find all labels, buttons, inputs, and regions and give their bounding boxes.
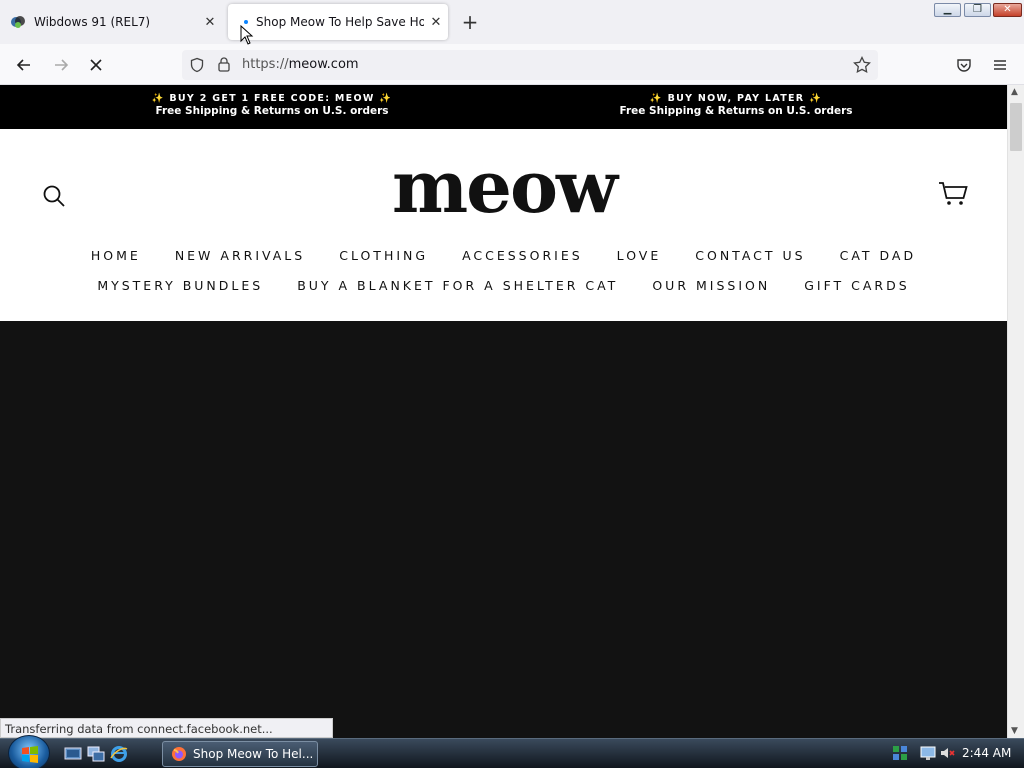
- internet-explorer-icon[interactable]: [110, 745, 128, 763]
- tab-wibdows[interactable]: Wibdows 91 (REL7) ✕: [0, 4, 222, 40]
- volume-muted-icon[interactable]: [939, 745, 955, 761]
- site-header: meow HOME NEW ARRIVALS CLOTHING ACCESSOR…: [0, 129, 1007, 321]
- new-tab-button[interactable]: +: [458, 10, 482, 34]
- scroll-up-icon[interactable]: ▲: [1011, 87, 1018, 97]
- search-icon[interactable]: [42, 184, 66, 208]
- sparkle-icon: ✨: [379, 93, 393, 104]
- nav-our-mission[interactable]: OUR MISSION: [652, 278, 770, 293]
- menu-icon: [994, 60, 1006, 70]
- sparkle-icon: ✨: [151, 93, 165, 104]
- announcement-subline: Free Shipping & Returns on U.S. orders: [155, 105, 389, 117]
- show-desktop-icon[interactable]: [64, 745, 82, 763]
- task-button-label: Shop Meow To Hel...: [193, 747, 314, 761]
- navigation-bar: https://meow.com: [0, 44, 1024, 85]
- switch-windows-icon[interactable]: [87, 745, 105, 763]
- url-bar[interactable]: https://meow.com: [182, 50, 878, 80]
- tab-close-icon[interactable]: ✕: [424, 15, 448, 30]
- tab-title: Shop Meow To Help Save Hon: [256, 15, 424, 29]
- forward-icon: [55, 59, 69, 71]
- stop-button[interactable]: [83, 52, 109, 78]
- announcement-item[interactable]: ✨ BUY NOW, PAY LATER ✨ Free Shipping & R…: [604, 93, 868, 117]
- nav-love[interactable]: LOVE: [617, 248, 662, 263]
- web-page: ✨ BUY 2 GET 1 FREE CODE: MEOW ✨ Free Shi…: [0, 85, 1007, 738]
- main-nav-row-2: MYSTERY BUNDLES BUY A BLANKET FOR A SHEL…: [0, 278, 1007, 293]
- maximize-button[interactable]: ❐: [964, 3, 991, 17]
- stop-icon: [90, 59, 102, 71]
- nav-buy-a-blanket[interactable]: BUY A BLANKET FOR A SHELTER CAT: [297, 278, 618, 293]
- tab-strip: Wibdows 91 (REL7) ✕ Shop Meow To Help Sa…: [0, 0, 1024, 44]
- wibdows-tab-icon: [11, 16, 25, 28]
- mouse-cursor-icon: [240, 25, 254, 45]
- announcement-headline: BUY 2 GET 1 FREE CODE: MEOW: [169, 93, 375, 104]
- page-scrollbar[interactable]: ▲ ▼: [1007, 85, 1024, 738]
- nav-mystery-bundles[interactable]: MYSTERY BUNDLES: [97, 278, 263, 293]
- nav-accessories[interactable]: ACCESSORIES: [462, 248, 583, 263]
- scrollbar-thumb[interactable]: [1010, 103, 1022, 151]
- lock-icon[interactable]: [217, 56, 231, 72]
- star-icon[interactable]: [853, 56, 871, 74]
- network-tray-icon[interactable]: [892, 745, 908, 761]
- hero-banner[interactable]: [0, 321, 1007, 738]
- clock[interactable]: 2:44 AM: [962, 746, 1011, 760]
- firefox-icon: [172, 747, 186, 761]
- pocket-button[interactable]: [951, 52, 977, 78]
- url-scheme: https://: [242, 57, 289, 72]
- maximize-icon: ❐: [973, 4, 982, 15]
- nav-clothing[interactable]: CLOTHING: [339, 248, 428, 263]
- start-button[interactable]: [8, 735, 50, 768]
- announcement-subline: Free Shipping & Returns on U.S. orders: [619, 105, 853, 117]
- monitor-tray-icon[interactable]: [920, 745, 936, 761]
- close-window-button[interactable]: ✕: [993, 3, 1022, 17]
- tab-close-icon[interactable]: ✕: [198, 15, 222, 30]
- nav-new-arrivals[interactable]: NEW ARRIVALS: [175, 248, 305, 263]
- sparkle-icon: ✨: [809, 93, 823, 104]
- nav-gift-cards[interactable]: GIFT CARDS: [804, 278, 909, 293]
- status-bar: Transferring data from connect.facebook.…: [0, 718, 333, 738]
- announcement-item[interactable]: ✨ BUY 2 GET 1 FREE CODE: MEOW ✨ Free Shi…: [140, 93, 404, 117]
- loading-dot-icon: [244, 20, 248, 24]
- main-nav-row-1: HOME NEW ARRIVALS CLOTHING ACCESSORIES L…: [0, 248, 1007, 263]
- tab-title: Wibdows 91 (REL7): [34, 15, 151, 29]
- url-host: meow.com: [288, 57, 359, 72]
- announcement-bar: ✨ BUY 2 GET 1 FREE CODE: MEOW ✨ Free Shi…: [0, 85, 1007, 129]
- shield-icon[interactable]: [189, 57, 205, 73]
- site-logo[interactable]: meow: [348, 151, 660, 223]
- back-button[interactable]: [11, 52, 37, 78]
- nav-home[interactable]: HOME: [91, 248, 141, 263]
- close-icon: ✕: [1003, 4, 1012, 15]
- cart-icon[interactable]: [938, 181, 968, 207]
- tab-meow[interactable]: Shop Meow To Help Save Hon ✕: [228, 4, 448, 40]
- nav-contact-us[interactable]: CONTACT US: [695, 248, 805, 263]
- pocket-icon: [957, 59, 971, 72]
- minimize-icon: ▁: [943, 4, 952, 15]
- url-text[interactable]: https://meow.com: [242, 57, 359, 72]
- screen: Wibdows 91 (REL7) ✕ Shop Meow To Help Sa…: [0, 0, 1024, 768]
- app-menu-button[interactable]: [987, 52, 1013, 78]
- minimize-button[interactable]: ▁: [934, 3, 961, 17]
- taskbar: Shop Meow To Hel... 2:44 AM: [0, 735, 1024, 768]
- taskbar-firefox-button[interactable]: Shop Meow To Hel...: [162, 741, 318, 767]
- back-icon: [16, 59, 30, 71]
- announcement-headline: BUY NOW, PAY LATER: [667, 93, 805, 104]
- forward-button[interactable]: [48, 52, 74, 78]
- nav-cat-dad[interactable]: CAT DAD: [840, 248, 917, 263]
- scroll-down-icon[interactable]: ▼: [1011, 726, 1018, 736]
- windows-start-icon: [22, 746, 38, 763]
- sparkle-icon: ✨: [649, 93, 663, 104]
